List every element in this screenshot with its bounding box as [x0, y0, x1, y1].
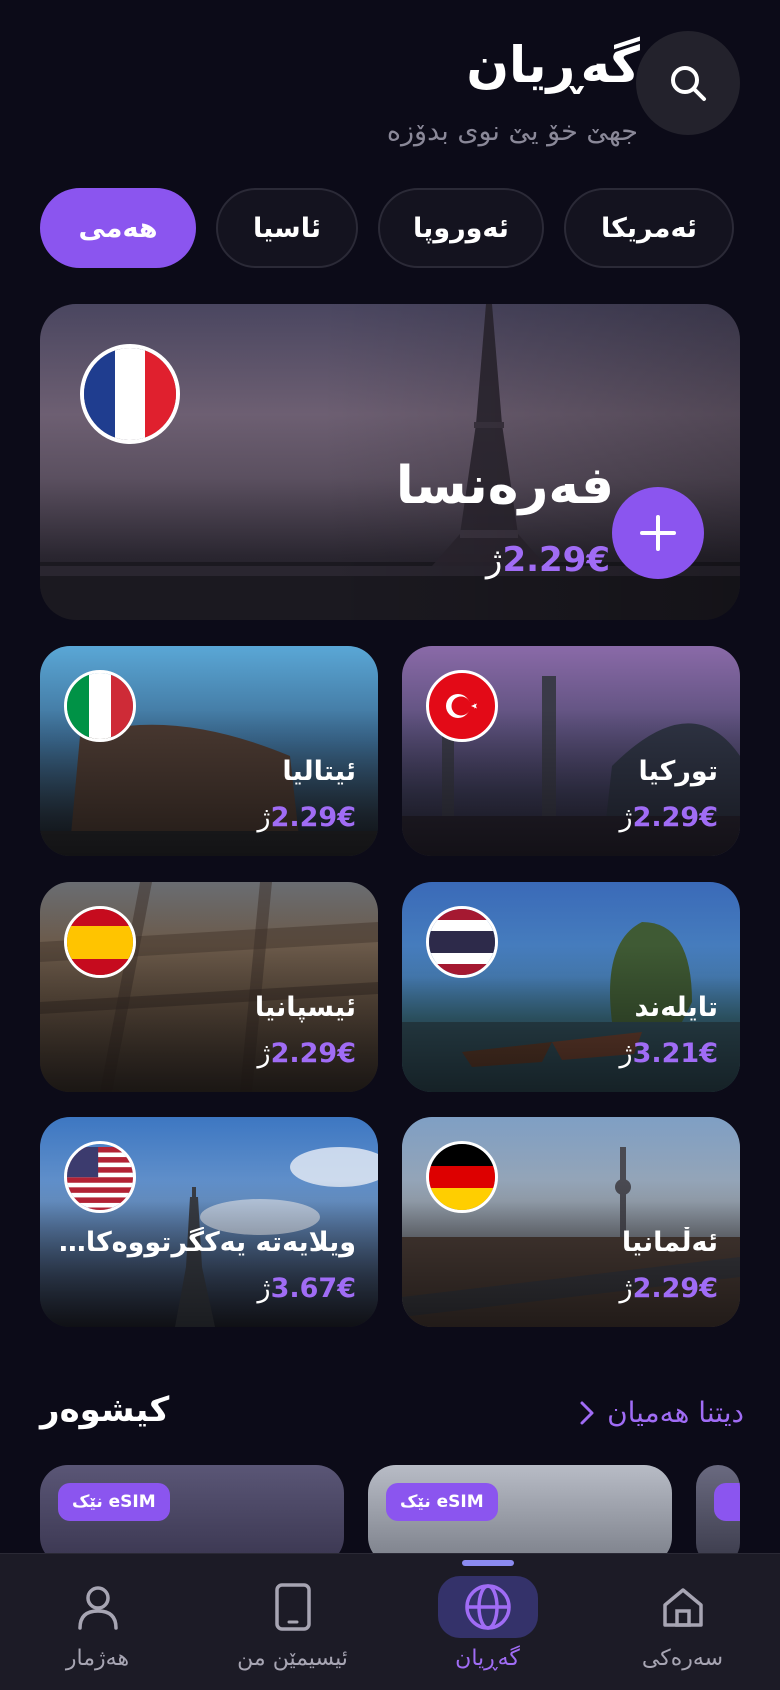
turkey-flag — [426, 670, 498, 742]
destination-name: تورکیا — [638, 756, 718, 787]
search-button[interactable] — [636, 31, 740, 135]
filter-america[interactable]: ئەمریکا — [564, 188, 734, 268]
destination-card-germany[interactable]: ئەڵمانیا 2.29€ژ — [402, 1117, 740, 1327]
promo-card[interactable] — [696, 1465, 740, 1565]
promo-card[interactable]: eSIM نێک — [40, 1465, 344, 1565]
promo-card[interactable]: eSIM نێک — [368, 1465, 672, 1565]
destination-card-usa[interactable]: ویلایەتە یەکگرتووەکانی ئەمریکا 3.67€ژ — [40, 1117, 378, 1327]
section-title: کیشوەر — [40, 1390, 170, 1430]
esim-badge-partial — [714, 1483, 740, 1521]
nav-explore[interactable]: گەڕیان — [390, 1554, 585, 1690]
region-filters: ئەمریکا ئەوروپا ئاسیا هەمی — [0, 188, 780, 268]
nav-home[interactable]: سەرەکی — [585, 1554, 780, 1690]
nav-account[interactable]: هەژمار — [0, 1554, 195, 1690]
featured-price: 2.29€ژ — [486, 540, 610, 580]
thailand-flag — [426, 906, 498, 978]
filter-europe[interactable]: ئەوروپا — [378, 188, 544, 268]
see-all-label: دیتنا هەمیان — [607, 1396, 744, 1429]
destination-price: 3.67€ژ — [257, 1273, 356, 1304]
search-icon — [671, 66, 706, 101]
page-title: گەڕیان — [466, 36, 640, 94]
globe-icon — [464, 1584, 511, 1630]
germany-flag — [426, 1141, 498, 1213]
destination-name: ئەڵمانیا — [621, 1227, 718, 1258]
destination-name: ئیسپانیا — [254, 992, 356, 1023]
spain-flag — [64, 906, 136, 978]
italy-flag — [64, 670, 136, 742]
esim-badge: eSIM نێک — [386, 1483, 498, 1521]
plus-icon — [640, 515, 676, 551]
chevron-right-icon — [580, 1401, 594, 1424]
destination-name: تایلەند — [634, 992, 718, 1023]
user-icon — [77, 1586, 118, 1630]
page-subtitle: جهێ خۆ یێ نوی بدۆزە — [386, 116, 638, 147]
featured-destination-card[interactable]: فەرەنسا 2.29€ژ — [40, 304, 740, 620]
france-flag — [80, 344, 180, 444]
nav-my-esims[interactable]: ئیسیمێن من — [195, 1554, 390, 1690]
destination-price: 2.29€ژ — [619, 802, 718, 833]
phone-icon — [274, 1583, 311, 1631]
add-plan-button[interactable] — [612, 487, 704, 579]
bottom-navigation: سەرەکی گەڕیان ئیسیمێن من هەژمار — [0, 1553, 780, 1690]
filter-all[interactable]: هەمی — [40, 188, 196, 268]
destination-name: ویلایەتە یەکگرتووەکانی ئەمریکا — [56, 1227, 356, 1258]
destination-price: 2.29€ژ — [257, 1038, 356, 1069]
destination-price: 2.29€ژ — [619, 1273, 718, 1304]
destination-card-italy[interactable]: ئیتالیا 2.29€ژ — [40, 646, 378, 856]
destination-price: 3.21€ژ — [619, 1038, 718, 1069]
destination-card-turkey[interactable]: تورکیا 2.29€ژ — [402, 646, 740, 856]
destination-name: ئیتالیا — [282, 756, 356, 787]
header: گەڕیان جهێ خۆ یێ نوی بدۆزە — [0, 0, 780, 170]
filter-asia[interactable]: ئاسیا — [216, 188, 358, 268]
featured-name: فەرەنسا — [395, 456, 614, 516]
destination-card-thailand[interactable]: تایلەند 3.21€ژ — [402, 882, 740, 1092]
active-tab-indicator — [462, 1560, 514, 1566]
home-icon — [662, 1588, 703, 1627]
destination-price: 2.29€ژ — [257, 802, 356, 833]
destination-card-spain[interactable]: ئیسپانیا 2.29€ژ — [40, 882, 378, 1092]
usa-flag — [64, 1141, 136, 1213]
see-all-link[interactable]: دیتنا هەمیان — [579, 1396, 744, 1429]
esim-badge: eSIM نێک — [58, 1483, 170, 1521]
